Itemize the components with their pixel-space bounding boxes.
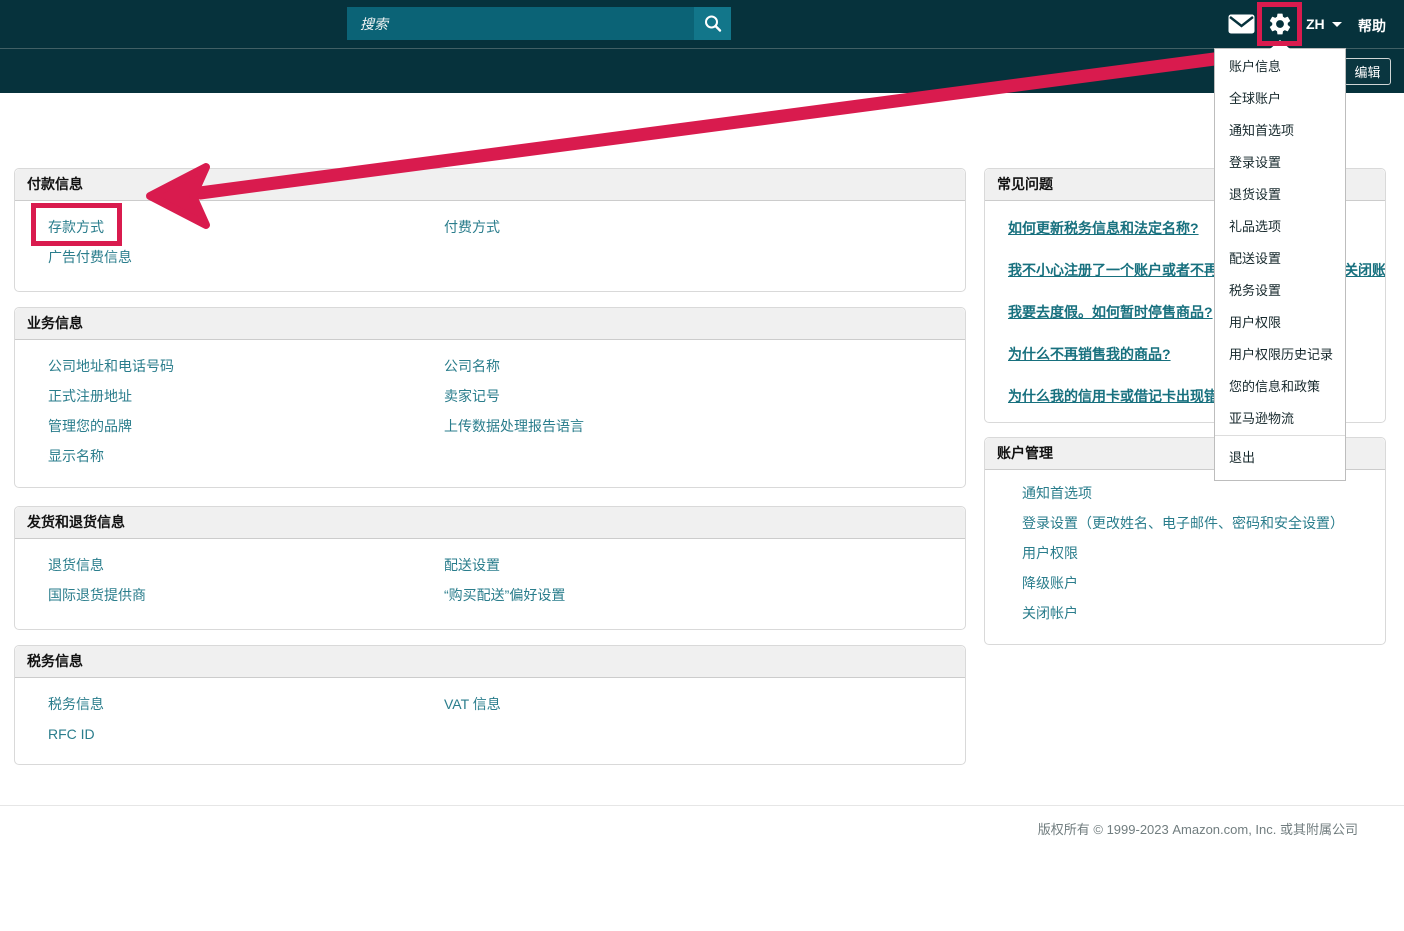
settings-menu-item[interactable]: 礼品选项 — [1215, 211, 1345, 243]
messages-button[interactable] — [1228, 14, 1255, 34]
tax-link[interactable]: VAT 信息 — [444, 689, 501, 719]
chevron-down-icon — [1332, 22, 1342, 27]
panel-title-tax: 税务信息 — [15, 646, 965, 678]
top-navigation-bar: ZH 帮助 — [0, 0, 1404, 48]
settings-menu-item[interactable]: 亚马逊物流 — [1215, 403, 1345, 435]
account-management-link[interactable]: 通知首选项 — [1022, 478, 1385, 508]
search-bar — [347, 7, 731, 40]
payment-links: 存款方式 付费方式广告付费信息 — [15, 201, 965, 272]
signout-menu-item[interactable]: 退出 — [1215, 436, 1345, 480]
shipping-links: 退货信息 配送设置国际退货提供商 “购买配送”偏好设置 — [15, 539, 965, 610]
account-management-link[interactable]: 降级账户 — [1022, 568, 1385, 598]
business-link[interactable]: 公司名称 — [444, 351, 500, 381]
business-info-panel: 业务信息 公司地址和电话号码 公司名称正式注册地址 卖家记号管理您的品牌 上传数据处理… — [14, 307, 966, 488]
search-icon — [702, 13, 724, 35]
edit-button[interactable]: 编辑 — [1344, 58, 1391, 85]
settings-menu-item[interactable]: 登录设置 — [1215, 147, 1345, 179]
settings-menu-item[interactable]: 全球账户 — [1215, 83, 1345, 115]
account-management-link[interactable]: 登录设置（更改姓名、电子邮件、密码和安全设置） — [1022, 508, 1385, 538]
tax-link[interactable]: 税务信息 — [48, 689, 104, 719]
account-management-link[interactable]: 关闭帐户 — [1022, 598, 1385, 628]
payment-link[interactable]: 存款方式 — [48, 212, 104, 242]
payment-link[interactable]: 广告付费信息 — [48, 242, 132, 272]
shipping-link[interactable]: 国际退货提供商 — [48, 580, 146, 610]
panel-title-business: 业务信息 — [15, 308, 965, 340]
shipping-returns-panel: 发货和退货信息 退货信息 配送设置国际退货提供商 “购买配送”偏好设置 — [14, 506, 966, 630]
shipping-link[interactable]: “购买配送”偏好设置 — [444, 580, 565, 610]
footer-copyright: 版权所有 © 1999-2023 Amazon.com, Inc. 或其附属公司 — [1038, 819, 1358, 838]
business-link[interactable]: 管理您的品牌 — [48, 411, 132, 441]
language-label: ZH — [1306, 16, 1325, 32]
page-header-band — [0, 48, 1404, 93]
settings-dropdown-menu: 账户信息全球账户通知首选项登录设置退货设置礼品选项配送设置税务设置用户权限用户权… — [1214, 48, 1346, 481]
panel-title-payment: 付款信息 — [15, 169, 965, 201]
mail-icon — [1228, 14, 1255, 34]
settings-menu-item[interactable]: 通知首选项 — [1215, 115, 1345, 147]
settings-button[interactable] — [1267, 11, 1293, 37]
settings-menu-item[interactable]: 税务设置 — [1215, 275, 1345, 307]
settings-menu-items: 账户信息全球账户通知首选项登录设置退货设置礼品选项配送设置税务设置用户权限用户权… — [1215, 49, 1345, 435]
settings-menu-item[interactable]: 用户权限历史记录 — [1215, 339, 1345, 371]
language-selector[interactable]: ZH — [1306, 14, 1342, 34]
settings-menu-item[interactable]: 账户信息 — [1215, 51, 1345, 83]
dropdown-caret-icon — [1270, 40, 1290, 49]
tax-link[interactable]: RFC ID — [48, 719, 95, 749]
panel-title-shipping: 发货和退货信息 — [15, 507, 965, 539]
settings-menu-item[interactable]: 退货设置 — [1215, 179, 1345, 211]
business-link[interactable]: 上传数据处理报告语言 — [444, 411, 584, 441]
settings-menu-item[interactable]: 您的信息和政策 — [1215, 371, 1345, 403]
payment-info-panel: 付款信息 存款方式 付费方式广告付费信息 — [14, 168, 966, 292]
tax-info-panel: 税务信息 税务信息 VAT 信息 RFC ID — [14, 645, 966, 765]
shipping-link[interactable]: 退货信息 — [48, 550, 104, 580]
business-link[interactable]: 正式注册地址 — [48, 381, 132, 411]
business-link[interactable]: 卖家记号 — [444, 381, 500, 411]
settings-menu-item[interactable]: 用户权限 — [1215, 307, 1345, 339]
search-button[interactable] — [694, 7, 731, 40]
help-link[interactable]: 帮助 — [1358, 16, 1386, 36]
account-management-link[interactable]: 用户权限 — [1022, 538, 1385, 568]
search-input[interactable] — [347, 7, 694, 40]
payment-link[interactable]: 付费方式 — [444, 212, 500, 242]
tax-links: 税务信息 VAT 信息 RFC ID — [15, 678, 965, 749]
account-management-links: 通知首选项登录设置（更改姓名、电子邮件、密码和安全设置）用户权限降级账户关闭帐户 — [985, 470, 1385, 628]
shipping-link[interactable]: 配送设置 — [444, 550, 500, 580]
business-links: 公司地址和电话号码 公司名称正式注册地址 卖家记号管理您的品牌 上传数据处理报告语言显… — [15, 340, 965, 471]
business-link[interactable]: 显示名称 — [48, 441, 104, 471]
business-link[interactable]: 公司地址和电话号码 — [48, 351, 174, 381]
footer-divider — [0, 805, 1404, 806]
settings-menu-item[interactable]: 配送设置 — [1215, 243, 1345, 275]
gear-icon — [1267, 11, 1293, 37]
